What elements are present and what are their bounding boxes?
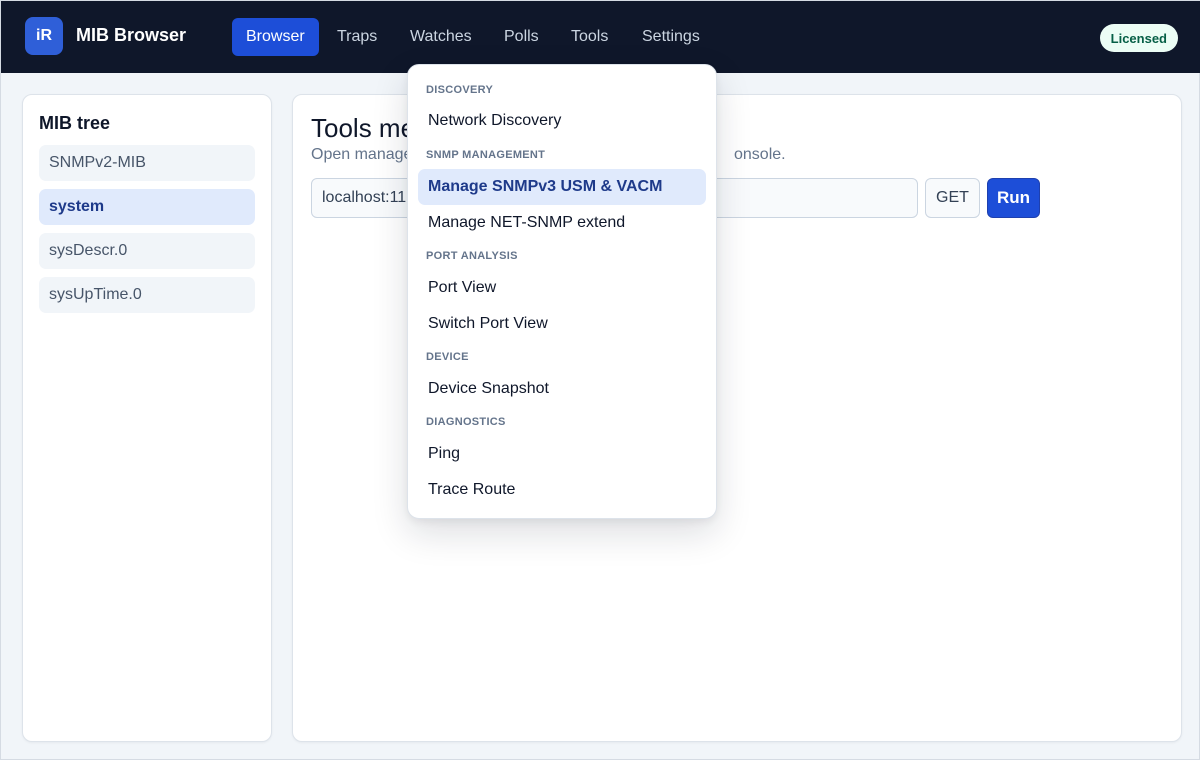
menu-item-network-discovery[interactable]: Network Discovery: [418, 103, 706, 139]
page-title: Tools me: [311, 113, 416, 143]
menu-item-switch-port-view[interactable]: Switch Port View: [418, 306, 706, 342]
menu-item-ping[interactable]: Ping: [418, 436, 706, 472]
menu-item-manage-net-snmp-extend[interactable]: Manage NET-SNMP extend: [418, 205, 706, 241]
operation-select[interactable]: GET: [925, 178, 980, 218]
run-button[interactable]: Run: [987, 178, 1040, 218]
menu-item-port-view[interactable]: Port View: [418, 270, 706, 306]
page-subtitle-end: onsole.: [734, 146, 786, 163]
menu-group-snmp-management: SNMP MANAGEMENT: [426, 149, 546, 161]
mib-tree-item-sysuptime[interactable]: sysUpTime.0: [39, 277, 255, 313]
top-navigation-bar: iR MIB Browser Browser Traps Watches Pol…: [1, 1, 1200, 73]
nav-tab-watches[interactable]: Watches: [396, 18, 486, 56]
mib-tree-item-snmpv2-mib[interactable]: SNMPv2-MIB: [39, 145, 255, 181]
tools-dropdown-menu: DISCOVERY Network Discovery SNMP MANAGEM…: [407, 64, 717, 519]
mib-tree-title: MIB tree: [39, 113, 111, 133]
menu-item-device-snapshot[interactable]: Device Snapshot: [418, 371, 706, 407]
nav-tab-settings[interactable]: Settings: [628, 18, 714, 56]
menu-group-device: DEVICE: [426, 351, 469, 363]
menu-item-manage-snmpv3-usm-vacm[interactable]: Manage SNMPv3 USM & VACM: [418, 169, 706, 205]
app-logo: iR: [25, 17, 63, 55]
nav-tab-browser[interactable]: Browser: [232, 18, 319, 56]
license-status-badge: Licensed: [1099, 24, 1178, 52]
page-subtitle-start: Open manage: [311, 146, 413, 163]
mib-tree-item-sysdescr[interactable]: sysDescr.0: [39, 233, 255, 269]
page-subtitle: Open manage: [311, 146, 412, 164]
mib-tree-item-system[interactable]: system: [39, 189, 255, 225]
menu-group-discovery: DISCOVERY: [426, 84, 494, 96]
menu-item-trace-route[interactable]: Trace Route: [418, 472, 706, 508]
nav-tab-traps[interactable]: Traps: [323, 18, 391, 56]
menu-group-diagnostics: DIAGNOSTICS: [426, 416, 506, 428]
nav-tab-tools[interactable]: Tools: [557, 18, 622, 56]
mib-tree-panel: MIB tree SNMPv2-MIB system sysDescr.0 sy…: [22, 94, 272, 742]
app-title: MIB Browser: [76, 25, 187, 45]
menu-group-port-analysis: PORT ANALYSIS: [426, 250, 518, 262]
nav-tab-polls[interactable]: Polls: [490, 18, 553, 56]
